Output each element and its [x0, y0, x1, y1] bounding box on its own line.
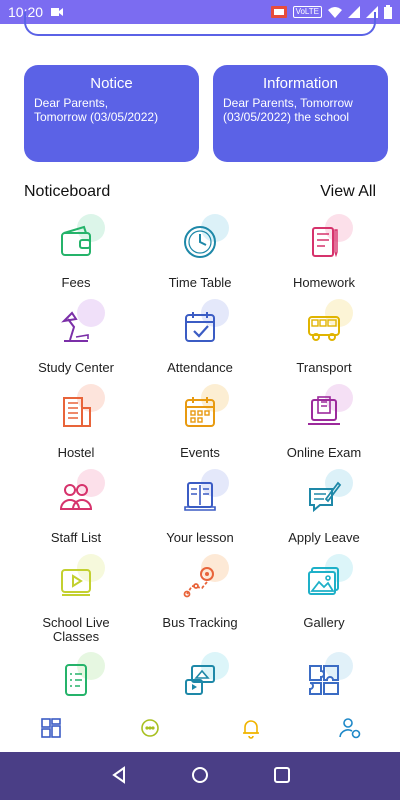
edit-note-icon: [301, 469, 353, 519]
module-staff-list[interactable]: Staff List: [14, 469, 138, 545]
clock-icon: [177, 214, 229, 264]
users-icon: [53, 469, 105, 519]
module-hostel[interactable]: Hostel: [14, 384, 138, 460]
nav-chat[interactable]: [138, 716, 162, 740]
module-attendance[interactable]: Attendance: [138, 299, 262, 375]
calendar-grid-icon: [177, 384, 229, 434]
notice-card-text: Dear Parents, Tomorrow (03/05/2022): [34, 96, 159, 124]
back-icon[interactable]: [110, 766, 128, 784]
module-puzzle[interactable]: [262, 652, 386, 702]
module-study-center[interactable]: Study Center: [14, 299, 138, 375]
module-label: Bus Tracking: [162, 615, 238, 630]
module-label: Homework: [292, 275, 356, 290]
chat-icon: [141, 719, 159, 737]
module-gallery[interactable]: Gallery: [262, 554, 386, 630]
open-book-icon: [177, 469, 229, 519]
route-pin-icon: [177, 554, 229, 604]
bus-icon: [301, 299, 353, 349]
module-checklist-phone[interactable]: [14, 652, 138, 702]
module-label: School Live Classes: [42, 615, 110, 644]
module-label: Online Exam: [286, 445, 362, 460]
module-time-table[interactable]: Time Table: [138, 214, 262, 290]
module-label: Your lesson: [166, 530, 234, 545]
recents-icon[interactable]: [273, 766, 291, 784]
information-card-title: Information: [262, 75, 339, 92]
dashboard-icon: [41, 718, 61, 738]
search-box[interactable]: [24, 12, 376, 36]
image-icon: [301, 554, 353, 604]
nav-dashboard[interactable]: [39, 716, 63, 740]
laptop-exam-icon: [301, 384, 353, 434]
bottom-nav: [0, 706, 400, 752]
module-events[interactable]: Events: [138, 384, 262, 460]
module-school-live-classes[interactable]: School Live Classes: [14, 554, 138, 644]
module-label: Attendance: [167, 360, 233, 375]
wallet-icon: [53, 214, 105, 264]
module-label: Study Center: [38, 360, 114, 375]
home-icon[interactable]: [191, 766, 209, 784]
media-icon: [177, 652, 229, 702]
module-apply-leave[interactable]: Apply Leave: [262, 469, 386, 545]
video-icon: [53, 554, 105, 604]
information-card[interactable]: Information Dear Parents, Tomorrow (03/0…: [213, 65, 388, 162]
view-all-link[interactable]: View All: [320, 183, 376, 201]
module-fees[interactable]: Fees: [14, 214, 138, 290]
module-transport[interactable]: Transport: [262, 299, 386, 375]
module-label: Apply Leave: [288, 530, 360, 545]
module-label: Events: [180, 445, 220, 460]
notice-card-title: Notice: [90, 75, 133, 92]
information-card-text: Dear Parents, Tomorrow (03/05/2022) the …: [223, 96, 353, 124]
nav-notifications[interactable]: [239, 716, 263, 740]
puzzle-icon: [301, 652, 353, 702]
notebook-icon: [301, 214, 353, 264]
module-label: Hostel: [57, 445, 95, 460]
module-homework[interactable]: Homework: [262, 214, 386, 290]
checklist-phone-icon: [53, 652, 105, 702]
module-bus-tracking[interactable]: Bus Tracking: [138, 554, 262, 630]
noticeboard-title: Noticeboard: [24, 183, 111, 200]
module-label: Fees: [61, 275, 91, 290]
battery-icon: [384, 5, 392, 19]
bell-icon: [243, 720, 259, 739]
nav-profile[interactable]: [338, 716, 362, 740]
module-label: Staff List: [50, 530, 102, 545]
module-your-lesson[interactable]: Your lesson: [138, 469, 262, 545]
android-navigation-bar: [0, 752, 400, 800]
desk-lamp-icon: [53, 299, 105, 349]
notice-card[interactable]: Notice Dear Parents, Tomorrow (03/05/202…: [24, 65, 199, 162]
module-online-exam[interactable]: Online Exam: [262, 384, 386, 460]
module-label: Gallery: [303, 615, 345, 630]
calendar-check-icon: [177, 299, 229, 349]
profile-settings-icon: [339, 718, 361, 739]
building-icon: [53, 384, 105, 434]
module-label: Time Table: [168, 275, 232, 290]
module-label: Transport: [296, 360, 352, 375]
module-media[interactable]: [138, 652, 262, 702]
